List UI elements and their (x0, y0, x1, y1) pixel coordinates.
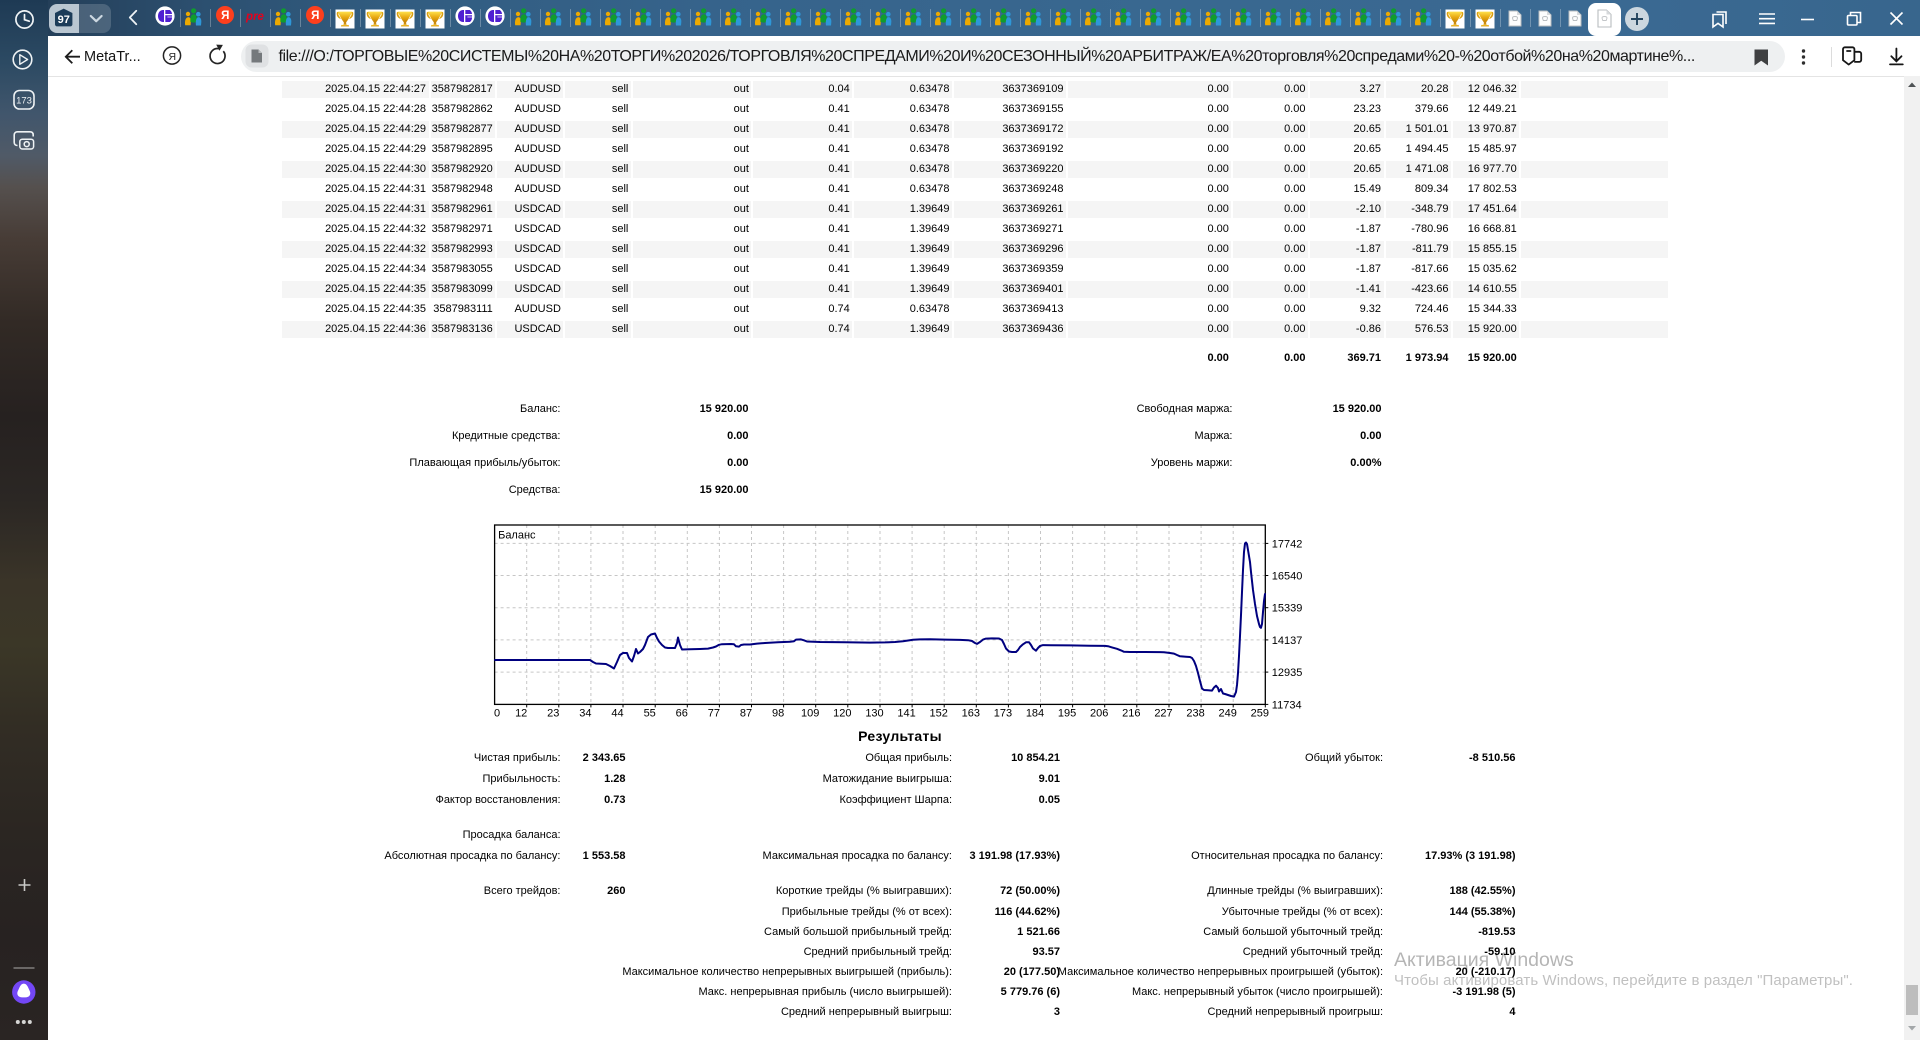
svg-text:77: 77 (708, 708, 720, 720)
svg-text:11734: 11734 (1272, 699, 1302, 711)
svg-text:97: 97 (58, 14, 70, 26)
svg-text:152: 152 (930, 708, 948, 720)
svg-text:66: 66 (676, 708, 688, 720)
svg-text:12935: 12935 (1272, 667, 1303, 679)
svg-text:238: 238 (1186, 708, 1204, 720)
svg-text:98: 98 (772, 708, 784, 720)
svg-text:120: 120 (833, 708, 851, 720)
svg-text:15339: 15339 (1272, 603, 1303, 615)
svg-text:206: 206 (1090, 708, 1108, 720)
svg-text:141: 141 (897, 708, 915, 720)
svg-text:163: 163 (962, 708, 980, 720)
svg-text:259: 259 (1251, 708, 1269, 720)
svg-text:Я: Я (169, 51, 177, 63)
svg-text:16540: 16540 (1272, 571, 1303, 583)
svg-text:130: 130 (865, 708, 883, 720)
svg-text:173: 173 (994, 708, 1012, 720)
svg-text:227: 227 (1154, 708, 1172, 720)
svg-text:34: 34 (579, 708, 591, 720)
svg-text:55: 55 (644, 708, 656, 720)
svg-text:109: 109 (801, 708, 819, 720)
svg-text:249: 249 (1219, 708, 1237, 720)
svg-text:23: 23 (547, 708, 559, 720)
svg-text:184: 184 (1026, 708, 1044, 720)
svg-text:Баланс: Баланс (498, 530, 536, 542)
svg-text:14137: 14137 (1272, 635, 1303, 647)
svg-text:44: 44 (611, 708, 623, 720)
svg-text:216: 216 (1122, 708, 1140, 720)
svg-text:17742: 17742 (1272, 538, 1303, 550)
svg-text:0: 0 (494, 708, 500, 720)
svg-text:12: 12 (515, 708, 527, 720)
svg-text:195: 195 (1058, 708, 1076, 720)
svg-text:173: 173 (16, 95, 32, 106)
svg-text:87: 87 (740, 708, 752, 720)
